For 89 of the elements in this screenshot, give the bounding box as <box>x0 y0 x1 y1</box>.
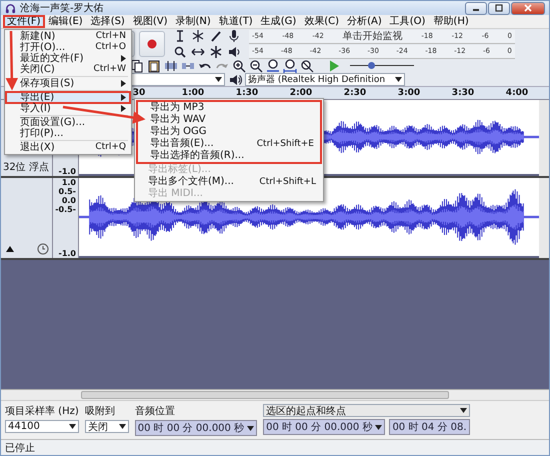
menu-item[interactable]: 生成(G) <box>256 15 300 28</box>
timeline-label: 2:30 <box>344 87 366 99</box>
timeline-label: 2:00 <box>290 87 312 99</box>
copy-icon[interactable] <box>130 59 144 73</box>
annotation-arrow <box>6 30 18 90</box>
status-text: 已停止 <box>5 442 35 454</box>
menu-item[interactable]: 录制(N) <box>172 15 215 28</box>
horizontal-scrollbar[interactable] <box>1 389 549 400</box>
zoom-out-icon[interactable] <box>249 59 263 73</box>
menu-item[interactable]: 视图(V) <box>128 15 172 28</box>
menu-item[interactable]: 新建(N) Ctrl+N <box>6 31 130 42</box>
clock-icon <box>36 242 50 256</box>
zoom-icon[interactable] <box>173 45 187 59</box>
dropdown-arrow-icon <box>118 424 126 429</box>
amplitude-label: -1.0 <box>58 249 76 258</box>
menu-item[interactable]: 退出(X) Ctrl+Q <box>6 142 130 153</box>
menu-item[interactable]: 工具(O) <box>386 15 430 28</box>
speaker-icon[interactable] <box>227 45 241 59</box>
time-field[interactable]: 00 时 00 分 00.000 秒 <box>134 420 258 436</box>
timeline-label: 1:30 <box>236 87 258 99</box>
menu-item[interactable]: 选择(S) <box>86 15 129 28</box>
menu-item[interactable]: 最近的文件(F) <box>6 53 130 64</box>
submenu-arrow-icon <box>121 55 126 62</box>
amplitude-label: 0.0 <box>62 196 76 205</box>
close-icon <box>523 4 533 12</box>
speaker-icon <box>228 72 242 86</box>
dropdown-arrow-icon <box>375 424 382 430</box>
dropdown-arrow-icon <box>247 426 254 430</box>
vertical-scrollbar[interactable] <box>539 178 549 258</box>
menu-item[interactable]: 导出为 MP3 <box>138 102 320 114</box>
amplitude-label: 0.5- <box>58 187 76 196</box>
amplitude-label: -1.0 <box>58 167 76 176</box>
selection-mode-dropdown[interactable]: 选区的起点和终点 <box>263 404 470 417</box>
rate-dropdown[interactable]: 44100 <box>5 420 79 433</box>
amplitude-label: 1.0 <box>62 178 76 187</box>
asterisk-icon[interactable] <box>209 45 223 59</box>
maximize-button[interactable] <box>488 2 510 14</box>
menu-item[interactable]: 导出为 OGG <box>138 126 320 138</box>
snap-label: 吸附到 <box>84 405 116 418</box>
timeline-label: 1:00 <box>182 87 204 99</box>
window-title: 沧海一声笑-罗大佑 <box>20 2 104 15</box>
dropdown-arrow-icon <box>460 408 467 413</box>
minimize-button[interactable] <box>465 2 487 14</box>
zoom-in-icon[interactable] <box>232 59 246 73</box>
dropdown-arrow-icon <box>395 77 402 82</box>
dropdown-arrow-icon <box>68 424 76 429</box>
menu-item[interactable]: 轨道(T) <box>214 15 257 28</box>
menu-item[interactable]: 导出为 WAV <box>138 114 320 126</box>
timeline-label: 30 <box>132 87 146 99</box>
dropdown-arrow-icon <box>215 77 222 82</box>
close-button[interactable] <box>511 2 545 14</box>
menu-item[interactable]: 效果(C) <box>300 15 344 28</box>
track-info: 32位 浮点 <box>3 160 50 174</box>
output-device-dropdown[interactable]: 扬声器 (Realtek High Definition <box>245 73 405 86</box>
timeline-label: 3:00 <box>398 87 420 99</box>
menu-item[interactable]: 帮助(H) <box>429 15 473 28</box>
menu-item[interactable]: 关闭(C) Ctrl+W <box>6 64 130 75</box>
menu-item[interactable]: 导入(I) <box>6 103 130 114</box>
menu-item[interactable]: 导出多个文件(M)... Ctrl+Shift+L <box>136 176 322 188</box>
maximize-icon <box>494 4 504 12</box>
zoom-toggle-icon[interactable] <box>300 59 314 73</box>
track-panel[interactable] <box>1 178 53 258</box>
microphone-icon[interactable] <box>227 29 241 43</box>
vertical-scrollbar[interactable] <box>539 100 549 176</box>
menu-item[interactable]: 页面设置(G)... <box>6 117 130 128</box>
record-icon <box>146 38 158 50</box>
menu-item[interactable]: 导出音频(E)... Ctrl+Shift+E <box>138 138 320 150</box>
menu-item[interactable]: 保存项目(S) <box>6 78 130 89</box>
menu-item[interactable]: 编辑(E) <box>44 15 87 28</box>
menu-item[interactable]: 打开(O)... Ctrl+O <box>6 42 130 53</box>
pencil-icon[interactable] <box>209 29 223 43</box>
snap-dropdown[interactable]: 关闭 <box>84 420 129 433</box>
amplitude-label: -0.5- <box>55 205 76 214</box>
fit-project-icon[interactable] <box>283 59 297 73</box>
position-label: 音频位置 <box>134 404 176 418</box>
play-speed-slider[interactable] <box>350 61 414 71</box>
headphones-icon <box>5 2 16 14</box>
timeline-label: 3:30 <box>452 87 474 99</box>
time-field[interactable]: 00 时 04 分 08. <box>389 419 470 435</box>
record-button[interactable] <box>139 31 165 57</box>
menu-item[interactable]: 分析(A) <box>343 15 386 28</box>
fit-selection-icon[interactable] <box>266 59 280 73</box>
timeline-label: 4:00 <box>506 87 528 99</box>
menu-item[interactable]: 导出选择的音频(R)... <box>138 150 320 162</box>
time-field[interactable]: 00 时 00 分 00.000 秒 <box>263 419 386 435</box>
trim-icon[interactable] <box>164 59 178 73</box>
rate-label: 项目采样率 (Hz) <box>5 404 79 418</box>
menu-item[interactable]: 打印(P)... <box>6 128 130 139</box>
paste-icon[interactable] <box>147 59 161 73</box>
